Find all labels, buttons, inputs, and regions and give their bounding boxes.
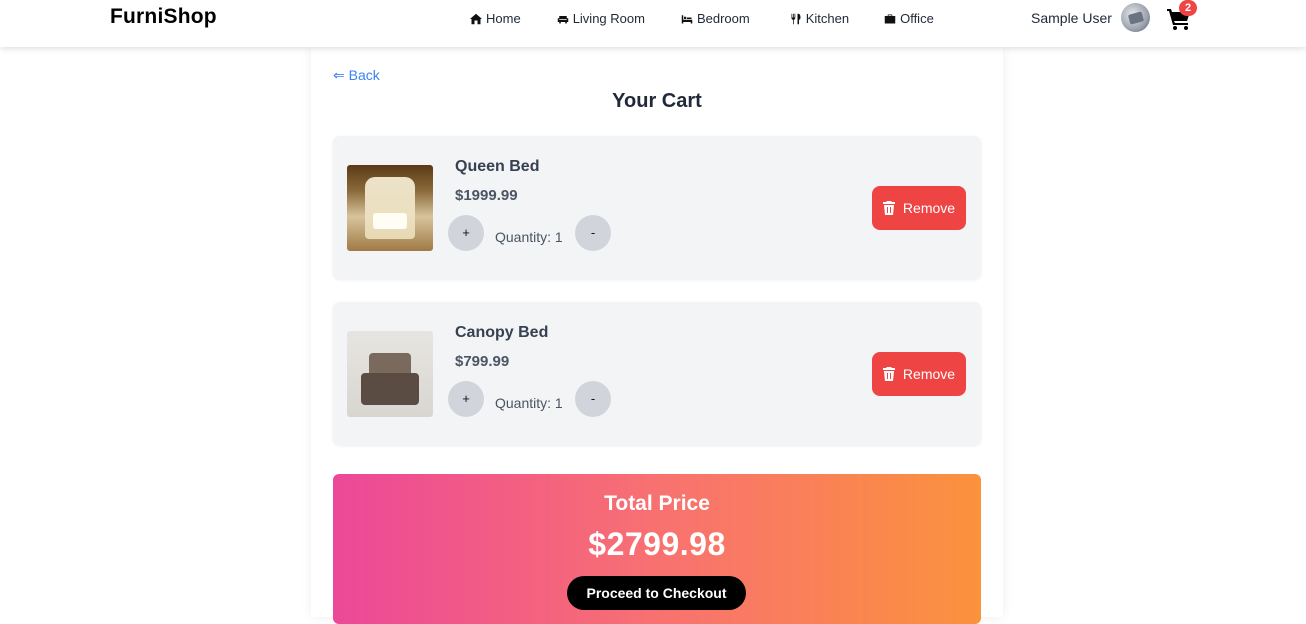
- nav-item-label: Home: [486, 11, 521, 26]
- nav-item-label: Bedroom: [696, 11, 750, 26]
- nav-item-label: Office: [900, 11, 934, 26]
- increase-quantity-button[interactable]: +: [448, 381, 484, 417]
- increase-quantity-button[interactable]: +: [448, 215, 484, 251]
- brand-logo[interactable]: FurniShop: [110, 5, 217, 29]
- total-price-label: Total Price: [604, 492, 710, 515]
- trash-icon: [882, 367, 895, 381]
- cart-panel: ⇐ Back Your Cart Queen Bed $1999.99 + Qu…: [311, 47, 1003, 624]
- couch-icon: [557, 15, 568, 23]
- remove-button[interactable]: Remove: [872, 186, 966, 230]
- quantity-label: Quantity: 1: [495, 395, 563, 411]
- remove-button[interactable]: Remove: [872, 352, 966, 396]
- product-price: $1999.99: [455, 187, 518, 204]
- user-name[interactable]: Sample User: [1031, 10, 1112, 26]
- cart-item: Queen Bed $1999.99 + Quantity: 1 - Remov…: [333, 136, 981, 279]
- avatar[interactable]: [1121, 3, 1150, 32]
- product-image-queen-bed: [347, 165, 433, 251]
- total-summary: Total Price $2799.98 Proceed to Checkout: [333, 474, 981, 624]
- remove-button-label: Remove: [902, 366, 956, 382]
- cart-item: Canopy Bed $799.99 + Quantity: 1 - Remov…: [333, 302, 981, 445]
- nav-item-living-room[interactable]: Living Room: [557, 11, 645, 26]
- nav-item-label: Living Room: [572, 11, 645, 26]
- trash-icon: [882, 201, 895, 215]
- nav-item-bedroom[interactable]: Bedroom: [681, 11, 750, 26]
- nav-item-label: Kitchen: [805, 11, 850, 26]
- back-link[interactable]: ⇐ Back: [333, 67, 380, 84]
- remove-button-label: Remove: [902, 200, 956, 216]
- cart-count-badge: 2: [1179, 0, 1197, 16]
- product-image-canopy-bed: [347, 331, 433, 417]
- product-name: Canopy Bed: [455, 324, 549, 341]
- bed-icon: [681, 14, 693, 23]
- home-icon: [470, 13, 482, 24]
- total-price-amount: $2799.98: [588, 526, 726, 562]
- decrease-quantity-button[interactable]: -: [575, 215, 611, 251]
- briefcase-icon: [884, 14, 896, 23]
- main-nav: Home Living Room Bedroom Kitchen Office: [470, 0, 934, 37]
- page-title: Your Cart: [612, 90, 702, 112]
- decrease-quantity-button[interactable]: -: [575, 381, 611, 417]
- product-name: Queen Bed: [455, 158, 540, 175]
- nav-item-home[interactable]: Home: [470, 11, 521, 26]
- utensils-icon: [791, 13, 801, 24]
- nav-item-kitchen[interactable]: Kitchen: [790, 11, 849, 26]
- nav-item-office[interactable]: Office: [884, 11, 934, 26]
- checkout-button[interactable]: Proceed to Checkout: [567, 576, 746, 610]
- top-navbar: FurniShop Home Living Room Bedroom Kitch…: [0, 0, 1306, 47]
- product-price: $799.99: [455, 353, 510, 370]
- quantity-label: Quantity: 1: [495, 229, 563, 245]
